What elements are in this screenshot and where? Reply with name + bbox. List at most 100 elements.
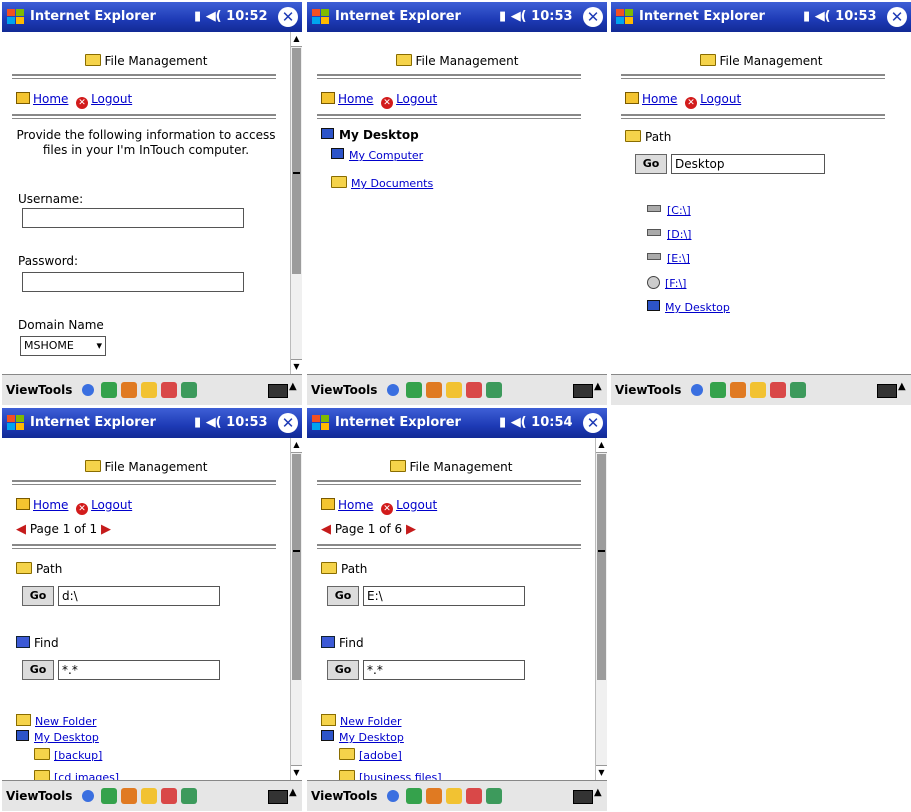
my-desktop-link[interactable]: My Desktop: [665, 301, 730, 314]
history-icon[interactable]: [486, 788, 502, 804]
home-icon[interactable]: [121, 382, 137, 398]
menu-tools[interactable]: Tools: [38, 383, 72, 397]
drive-d-link[interactable]: [D:\]: [667, 228, 691, 241]
path-input[interactable]: [363, 586, 525, 606]
my-documents-link[interactable]: My Documents: [351, 177, 433, 190]
close-icon[interactable]: ✕: [278, 413, 298, 433]
windows-logo-icon[interactable]: [310, 412, 332, 434]
refresh-icon[interactable]: [710, 382, 726, 398]
scrollbar[interactable]: ▲ ▼: [290, 438, 302, 780]
folder-link[interactable]: [cd images]: [54, 771, 119, 780]
scroll-up-icon[interactable]: ▲: [291, 438, 302, 453]
favorites-icon[interactable]: [141, 382, 157, 398]
menu-view[interactable]: View: [311, 383, 343, 397]
history-icon[interactable]: [181, 382, 197, 398]
favorites-icon[interactable]: [446, 788, 462, 804]
back-icon[interactable]: [387, 384, 399, 396]
find-input[interactable]: [58, 660, 220, 680]
drive-e-link[interactable]: [E:\]: [667, 252, 690, 265]
menu-view[interactable]: View: [615, 383, 647, 397]
path-go-button[interactable]: Go: [22, 586, 54, 606]
sip-up-icon[interactable]: ▲: [594, 787, 602, 798]
menu-tools[interactable]: Tools: [38, 789, 72, 803]
drive-f-link[interactable]: [F:\]: [665, 277, 686, 290]
next-page-icon[interactable]: ▶: [406, 522, 416, 537]
path-go-button[interactable]: Go: [327, 586, 359, 606]
back-icon[interactable]: [387, 790, 399, 802]
back-icon[interactable]: [82, 384, 94, 396]
home-link[interactable]: Home: [642, 92, 677, 106]
history-icon[interactable]: [181, 788, 197, 804]
keyboard-icon[interactable]: [877, 384, 897, 398]
menu-tools[interactable]: Tools: [343, 789, 377, 803]
folder-link[interactable]: [backup]: [54, 749, 102, 762]
scroll-thumb[interactable]: [597, 454, 606, 680]
sip-up-icon[interactable]: ▲: [594, 381, 602, 392]
keyboard-icon[interactable]: [573, 790, 593, 804]
home-link[interactable]: Home: [33, 498, 68, 512]
favorites-icon[interactable]: [141, 788, 157, 804]
close-icon[interactable]: ✕: [583, 7, 603, 27]
folder-link[interactable]: [adobe]: [359, 749, 402, 762]
sip-up-icon[interactable]: ▲: [289, 381, 297, 392]
home-icon[interactable]: [426, 382, 442, 398]
status-area[interactable]: ▮ ◀( 10:53: [194, 415, 268, 430]
keyboard-icon[interactable]: [573, 384, 593, 398]
find-go-button[interactable]: Go: [22, 660, 54, 680]
my-desktop-link[interactable]: My Desktop: [34, 731, 99, 744]
scroll-thumb[interactable]: [292, 454, 301, 680]
home-link[interactable]: Home: [338, 498, 373, 512]
path-go-button[interactable]: Go: [635, 154, 667, 174]
refresh-icon[interactable]: [101, 382, 117, 398]
prev-page-icon[interactable]: ◀: [321, 522, 331, 537]
sip-up-icon[interactable]: ▲: [289, 787, 297, 798]
home-link[interactable]: Home: [338, 92, 373, 106]
stop-icon[interactable]: [161, 382, 177, 398]
folder-link[interactable]: [business files]: [359, 771, 442, 780]
menu-view[interactable]: View: [6, 383, 38, 397]
favorites-icon[interactable]: [750, 382, 766, 398]
windows-logo-icon[interactable]: [5, 412, 27, 434]
scroll-down-icon[interactable]: ▼: [291, 765, 302, 780]
scroll-down-icon[interactable]: ▼: [291, 359, 302, 374]
status-area[interactable]: ▮ ◀( 10:53: [803, 9, 877, 24]
stop-icon[interactable]: [466, 382, 482, 398]
status-area[interactable]: ▮ ◀( 10:53: [499, 9, 573, 24]
menu-tools[interactable]: Tools: [343, 383, 377, 397]
scrollbar[interactable]: ▲ ▼: [595, 438, 607, 780]
history-icon[interactable]: [486, 382, 502, 398]
stop-icon[interactable]: [770, 382, 786, 398]
home-icon[interactable]: [426, 788, 442, 804]
scrollbar[interactable]: ▲ ▼: [290, 32, 302, 374]
logout-link[interactable]: Logout: [396, 92, 437, 106]
keyboard-icon[interactable]: [268, 384, 288, 398]
logout-link[interactable]: Logout: [91, 92, 132, 106]
find-go-button[interactable]: Go: [327, 660, 359, 680]
refresh-icon[interactable]: [406, 382, 422, 398]
stop-icon[interactable]: [161, 788, 177, 804]
home-link[interactable]: Home: [33, 92, 68, 106]
sip-up-icon[interactable]: ▲: [898, 381, 906, 392]
path-input[interactable]: [58, 586, 220, 606]
refresh-icon[interactable]: [101, 788, 117, 804]
logout-link[interactable]: Logout: [396, 498, 437, 512]
username-field[interactable]: [22, 208, 244, 228]
password-field[interactable]: [22, 272, 244, 292]
windows-logo-icon[interactable]: [310, 6, 332, 28]
history-icon[interactable]: [790, 382, 806, 398]
menu-view[interactable]: View: [6, 789, 38, 803]
scroll-up-icon[interactable]: ▲: [596, 438, 607, 453]
prev-page-icon[interactable]: ◀: [16, 522, 26, 537]
find-input[interactable]: [363, 660, 525, 680]
domain-select[interactable]: MSHOME ▾: [20, 336, 106, 356]
menu-tools[interactable]: Tools: [647, 383, 681, 397]
stop-icon[interactable]: [466, 788, 482, 804]
menu-view[interactable]: View: [311, 789, 343, 803]
next-page-icon[interactable]: ▶: [101, 522, 111, 537]
scroll-thumb[interactable]: [292, 48, 301, 274]
windows-logo-icon[interactable]: [614, 6, 636, 28]
windows-logo-icon[interactable]: [5, 6, 27, 28]
close-icon[interactable]: ✕: [583, 413, 603, 433]
scroll-down-icon[interactable]: ▼: [596, 765, 607, 780]
path-input[interactable]: [671, 154, 825, 174]
